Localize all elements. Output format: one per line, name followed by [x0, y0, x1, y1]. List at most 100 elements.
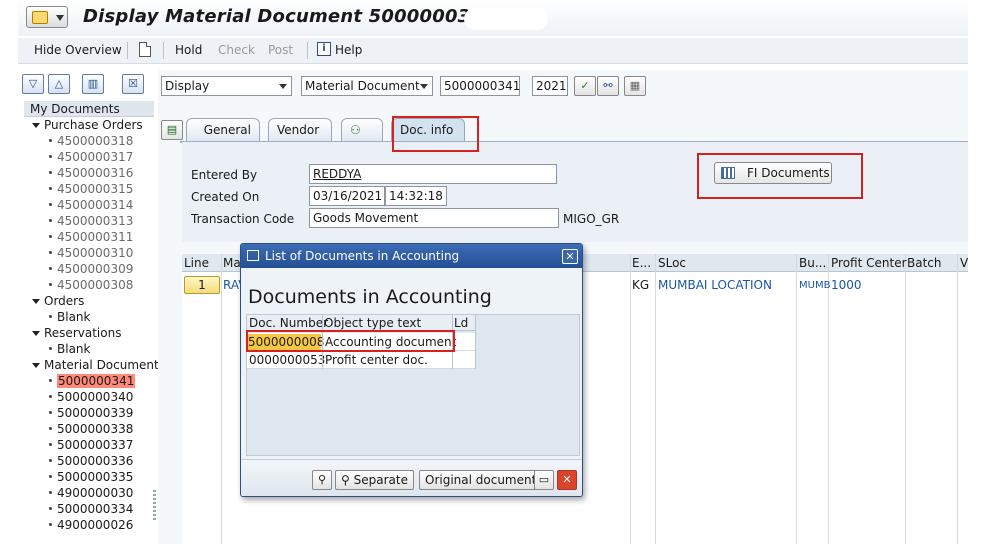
column-header-ld[interactable]: Ld	[454, 315, 468, 331]
tree-item[interactable]: 5000000334	[24, 501, 154, 517]
binoculars-icon[interactable]: ⚯	[597, 76, 619, 96]
entered-by-field[interactable]: REDDYA	[309, 164, 557, 184]
grid-divider	[957, 254, 958, 544]
tree-item[interactable]: 4500000317	[24, 149, 154, 165]
execute-icon[interactable]: ✓	[574, 76, 596, 96]
tab-general[interactable]: General	[186, 118, 260, 142]
column-header-line[interactable]: Line	[184, 256, 209, 270]
doc-number-cell[interactable]: 0000000053	[249, 352, 325, 368]
column-header-object-type[interactable]: Object type text	[324, 315, 421, 331]
tree-item[interactable]: 4500000309	[24, 261, 154, 277]
close-icon[interactable]: ✕	[562, 249, 578, 264]
column-header-v[interactable]: V	[960, 256, 968, 270]
tree-item[interactable]: 4500000310	[24, 245, 154, 261]
splitter-handle[interactable]	[153, 490, 156, 520]
action-dropdown[interactable]: Display	[161, 76, 292, 96]
table-header: Doc. Number Object type text Ld	[247, 315, 475, 331]
tree-item[interactable]: 5000000337	[24, 437, 154, 453]
doc-number-field[interactable]: 5000000341	[440, 76, 520, 96]
bullet-icon	[49, 315, 52, 318]
tree-item[interactable]: 4900000030	[24, 485, 154, 501]
hold-button[interactable]: Hold	[175, 43, 202, 57]
column-header-material[interactable]: Ma	[223, 256, 241, 270]
original-document-button[interactable]: Original document	[419, 470, 543, 490]
cell-sloc[interactable]: MUMBAI LOCATION	[658, 278, 772, 292]
table-row[interactable]: 0000000053 Profit center doc.	[247, 351, 475, 369]
tree-item[interactable]: 4500000318	[24, 133, 154, 149]
column-header-e[interactable]: E...	[632, 256, 651, 270]
cell-profit-center[interactable]: 1000	[831, 278, 862, 292]
tree-item[interactable]: 4500000314	[24, 197, 154, 213]
line-number-button[interactable]: 1	[184, 276, 220, 294]
bullet-icon	[49, 459, 52, 462]
check-button[interactable]: Check	[218, 43, 255, 57]
bullet-icon	[49, 283, 52, 286]
tree-item[interactable]: Blank	[24, 309, 154, 325]
tab-partner[interactable]: ⚇	[341, 118, 383, 142]
documents-tree: My Documents Purchase Orders 4500000318 …	[24, 101, 165, 541]
tree-item[interactable]: 5000000339	[24, 405, 154, 421]
print-icon[interactable]: ▭	[534, 470, 554, 490]
tree-group-orders[interactable]: Orders	[24, 293, 154, 309]
transaction-text-field[interactable]: Goods Movement	[309, 208, 559, 228]
column-header-doc-number[interactable]: Doc. Number	[249, 315, 328, 331]
tree-item[interactable]: 5000000336	[24, 453, 154, 469]
system-menu-button[interactable]	[26, 6, 68, 28]
calendar-icon[interactable]: ▦	[624, 76, 646, 96]
year-field[interactable]: 2021	[532, 76, 568, 96]
trash-icon[interactable]: ▥	[82, 74, 104, 94]
tree-group-material-documents[interactable]: Material Documents	[24, 357, 165, 373]
doc-type-dropdown[interactable]: Material Document	[301, 76, 433, 96]
tree-item[interactable]: 4500000308	[24, 277, 154, 293]
column-header-bu[interactable]: Bu...	[799, 256, 826, 270]
cancel-icon[interactable]: ✕	[557, 470, 577, 490]
bullet-icon	[49, 379, 52, 382]
chevron-down-icon	[56, 15, 64, 21]
caret-down-icon	[32, 331, 40, 336]
tree-item[interactable]: 4900000026	[24, 517, 154, 533]
collapse-all-icon[interactable]: △	[48, 74, 70, 94]
toolbar-divider	[307, 42, 308, 59]
close-box-icon[interactable]: ☒	[122, 74, 144, 94]
tab-vendor[interactable]: Vendor	[268, 118, 332, 142]
new-document-icon[interactable]	[139, 42, 151, 57]
tree-group-purchase-orders[interactable]: Purchase Orders	[24, 117, 154, 133]
tree-item[interactable]: 4500000313	[24, 213, 154, 229]
bullet-icon	[49, 267, 52, 270]
hide-overview-button[interactable]: Hide Overview	[34, 43, 122, 57]
cell-unit[interactable]: KG	[632, 278, 649, 292]
help-icon[interactable]: i	[317, 42, 331, 56]
cell-bu[interactable]: MUMB	[799, 280, 830, 291]
tree-item[interactable]: 5000000338	[24, 421, 154, 437]
created-date-field[interactable]: 03/16/2021	[309, 186, 385, 206]
help-button[interactable]: Help	[335, 43, 362, 57]
detail-toggle-icon[interactable]: ▤	[161, 120, 183, 140]
object-type-cell[interactable]: Profit center doc.	[325, 352, 428, 368]
post-button[interactable]: Post	[268, 43, 293, 57]
column-header-sloc[interactable]: SLoc	[658, 256, 686, 270]
tree-item[interactable]: 5000000340	[24, 389, 154, 405]
tree-item[interactable]: 4500000316	[24, 165, 154, 181]
bullet-icon	[49, 251, 52, 254]
bullet-icon	[49, 187, 52, 190]
tree-item[interactable]: Blank	[24, 341, 154, 357]
tree-item[interactable]: 4500000315	[24, 181, 154, 197]
tree-group-reservations[interactable]: Reservations	[24, 325, 154, 341]
tree-item-selected[interactable]: 5000000341	[24, 373, 154, 389]
highlight-accounting-document	[246, 330, 455, 352]
choose-icon[interactable]: ⚲	[312, 470, 332, 490]
expand-all-icon[interactable]: ▽	[22, 74, 44, 94]
tree-item[interactable]: 4500000311	[24, 229, 154, 245]
grid-divider	[905, 254, 906, 544]
bullet-icon	[49, 395, 52, 398]
application-toolbar: Hide Overview Hold Check Post i Help	[18, 38, 968, 64]
edit-icon	[247, 250, 259, 261]
dialog-footer: ⚲ ⚲ Separate Original document ▭ ✕	[241, 459, 582, 496]
created-time-field[interactable]: 14:32:18	[385, 186, 447, 206]
window-title: Display Material Document 5000000341 -	[83, 6, 510, 27]
bullet-icon	[49, 219, 52, 222]
separate-button[interactable]: ⚲ Separate	[335, 470, 414, 490]
column-header-profit-center[interactable]: Profit Center	[831, 256, 907, 270]
column-header-batch[interactable]: Batch	[907, 256, 942, 270]
tree-item[interactable]: 5000000335	[24, 469, 154, 485]
